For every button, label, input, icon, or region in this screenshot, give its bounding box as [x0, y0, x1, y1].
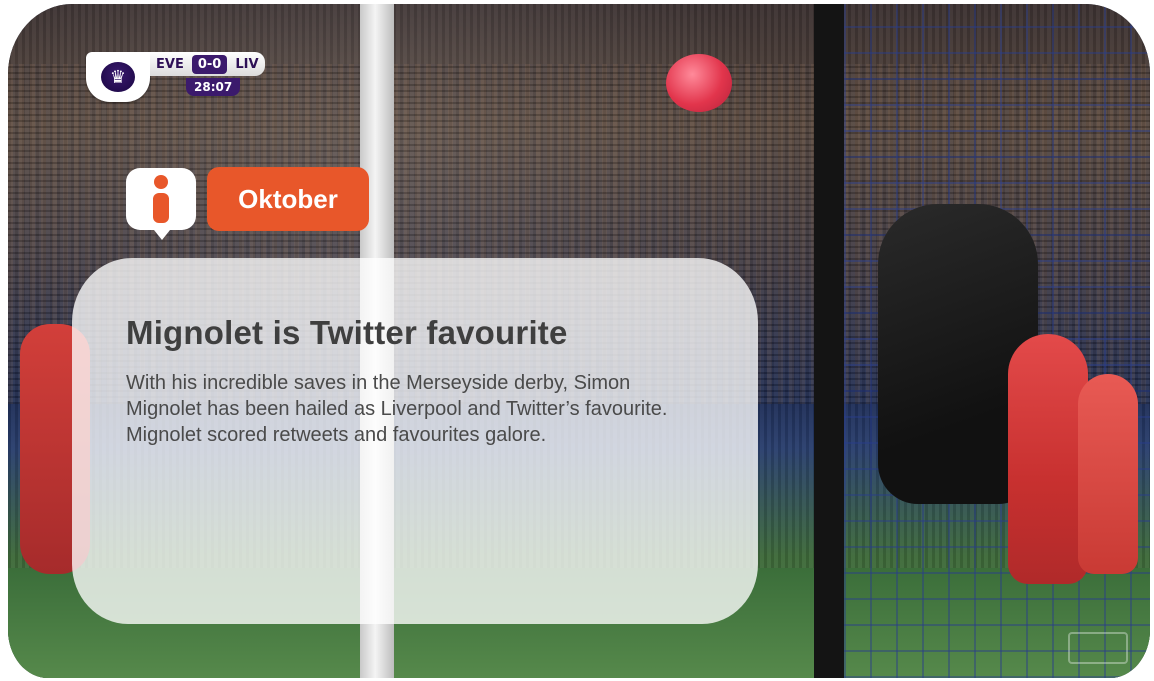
info-icon: [126, 168, 196, 240]
broadcast-watermark: [1068, 632, 1128, 664]
lion-icon: ♛: [101, 62, 135, 92]
player-figure: [1008, 334, 1088, 584]
month-badge: Oktober: [207, 167, 369, 231]
home-team: EVE: [156, 56, 184, 72]
card-body: With his incredible saves in the Merseys…: [126, 372, 668, 446]
scoreboard: ♛ EVE 0-0 LIV 28:07: [86, 52, 265, 104]
football: [666, 54, 732, 112]
league-logo: ♛: [86, 52, 150, 102]
player-figure: [1078, 374, 1138, 574]
score-row: EVE 0-0 LIV: [150, 52, 265, 76]
info-glyph: [146, 175, 176, 223]
card-title: Mignolet is Twitter favourite: [126, 314, 568, 351]
match-clock: 28:07: [186, 78, 241, 96]
away-team: LIV: [235, 56, 259, 72]
news-card: Mignolet is Twitter favourite With his i…: [72, 258, 758, 624]
score: 0-0: [191, 54, 228, 74]
camera-pole: [814, 4, 844, 678]
